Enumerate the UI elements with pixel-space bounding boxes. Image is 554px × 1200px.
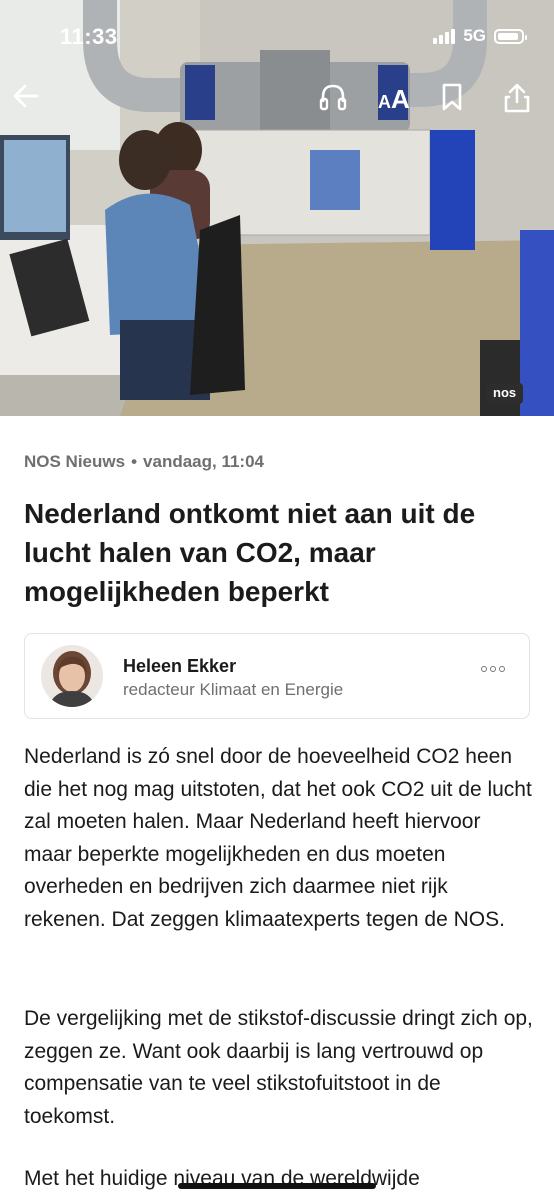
share-icon [504,83,530,113]
network-type: 5G [463,26,486,45]
status-indicators: 5G [433,26,527,46]
article-meta: NOS Nieuws • vandaag, 11:04 [24,452,264,472]
article-paragraph: Nederland is zó snel door de hoeveelheid… [24,745,532,931]
meta-separator: • [131,452,138,471]
article-date: vandaag, 11:04 [143,452,265,471]
article-source: NOS Nieuws [24,452,126,471]
bookmark-button[interactable] [440,82,474,116]
article-headline: Nederland ontkomt niet aan uit de lucht … [24,498,476,607]
author-name: Heleen Ekker [123,656,237,676]
text-size-small-label: A [378,92,391,112]
article-paragraph: Met het huidige niveau van de wereldwijd… [24,1167,420,1190]
more-options-icon[interactable] [481,666,505,672]
headphones-icon [319,84,347,111]
share-button[interactable] [502,82,536,116]
hero-image: 11:33 5G AA nos [0,0,554,416]
nos-watermark: nos [486,383,524,404]
article-paragraph: De vergelijking met de stikstof-discussi… [24,1007,533,1128]
status-time: 11:33 [60,24,118,49]
listen-button[interactable] [318,82,352,116]
text-size-button[interactable]: AA [378,84,410,115]
arrow-left-icon [13,84,39,108]
author-role: redacteur Klimaat en Energie [123,680,344,699]
home-indicator[interactable] [178,1183,376,1189]
text-size-large-label: A [391,84,410,114]
signal-icon [433,28,456,44]
author-card[interactable]: Heleen Ekker redacteur Klimaat en Energi… [24,633,530,719]
avatar [41,645,103,707]
back-button[interactable] [12,82,46,116]
bookmark-icon [442,83,462,111]
author-portrait [41,645,103,707]
status-bar: 11:33 5G [0,0,554,72]
battery-icon [494,28,527,44]
